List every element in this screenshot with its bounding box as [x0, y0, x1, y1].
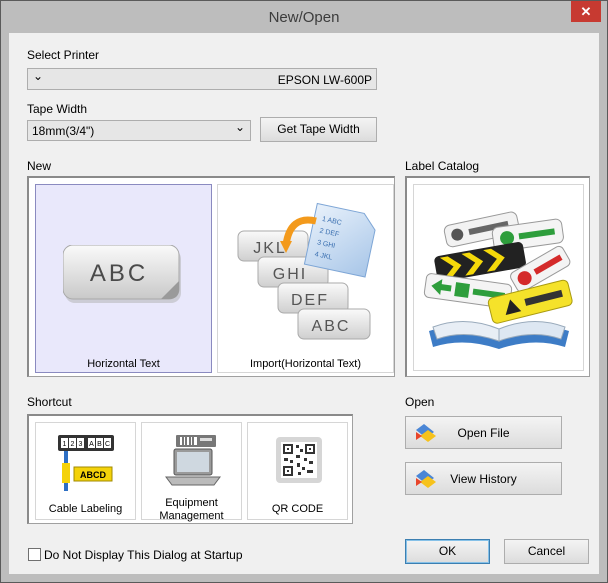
- close-icon: ✕: [580, 4, 592, 19]
- port-3: 3: [79, 441, 83, 448]
- equipment-management-caption-line2: Management: [159, 510, 224, 522]
- open-section-label: Open: [405, 395, 435, 409]
- equipment-management-caption-line1: Equipment: [165, 497, 218, 509]
- open-file-button[interactable]: Open File: [405, 416, 562, 449]
- cable-labeling-icon: 1 2 3 A B C ABCD: [58, 435, 114, 491]
- label-abc: ABC: [312, 318, 351, 335]
- view-history-button[interactable]: View History: [405, 462, 562, 495]
- window-title: New/Open: [268, 9, 340, 26]
- cable-labeling-tile[interactable]: 1 2 3 A B C ABCD Cable Labeling: [35, 422, 136, 520]
- label-catalog-label: Label Catalog: [405, 159, 480, 173]
- qr-code-icon: [276, 437, 322, 483]
- equipment-icon: [165, 435, 221, 486]
- equipment-management-tile[interactable]: Equipment Management: [141, 422, 242, 522]
- label-catalog-tile[interactable]: [413, 184, 584, 371]
- import-labels-icon: JKL GHI DEF ABC 1 ABC 2 DEF 3 GHI 4 JKL: [237, 202, 376, 340]
- new-open-dialog: New/Open ✕ Select Printer ⌄ EPSON LW-600…: [0, 0, 608, 583]
- cable-tag-text: ABCD: [80, 470, 106, 480]
- port-1: 1: [63, 441, 67, 448]
- chevron-down-icon: ⌄: [234, 120, 245, 134]
- port-b: B: [97, 441, 102, 448]
- chevron-down-icon: ⌄: [33, 69, 44, 83]
- tape-width-value: 18mm(3/4"): [32, 124, 95, 138]
- qr-code-tile[interactable]: QR CODE: [247, 422, 348, 520]
- dialog-body: Select Printer ⌄ EPSON LW-600P Tape Widt…: [9, 33, 599, 574]
- abc-text: ABC: [90, 260, 148, 287]
- new-panel: ABC Horizontal Text JKL GHI DEF ABC 1 AB…: [27, 176, 395, 377]
- shortcut-panel: 1 2 3 A B C ABCD Cable Labeling Equipmen…: [27, 414, 353, 524]
- do-not-display-label: Do Not Display This Dialog at Startup: [44, 548, 243, 562]
- view-history-label: View History: [450, 472, 517, 486]
- label-ghi: GHI: [273, 266, 307, 283]
- port-a: A: [89, 441, 94, 448]
- printer-select[interactable]: ⌄ EPSON LW-600P: [27, 68, 377, 90]
- title-bar: New/Open ✕: [1, 1, 607, 33]
- abc-label-icon: ABC: [63, 245, 181, 303]
- qr-code-caption: QR CODE: [271, 503, 324, 515]
- label-catalog-panel: [405, 176, 590, 377]
- port-2: 2: [71, 441, 75, 448]
- new-section-label: New: [27, 159, 52, 173]
- import-horizontal-text-tile[interactable]: JKL GHI DEF ABC 1 ABC 2 DEF 3 GHI 4 JKL: [217, 184, 394, 373]
- get-tape-width-button[interactable]: Get Tape Width: [260, 117, 377, 142]
- tape-width-label: Tape Width: [27, 102, 88, 116]
- ok-button[interactable]: OK: [405, 539, 490, 564]
- label-catalog-icon: [423, 211, 573, 349]
- printer-value: EPSON LW-600P: [277, 73, 372, 87]
- open-file-label: Open File: [457, 426, 510, 440]
- cable-labeling-caption: Cable Labeling: [48, 503, 123, 515]
- close-button[interactable]: ✕: [571, 1, 601, 22]
- shortcut-section-label: Shortcut: [27, 395, 72, 409]
- cancel-button[interactable]: Cancel: [504, 539, 589, 564]
- tape-width-select[interactable]: 18mm(3/4") ⌄: [27, 120, 251, 141]
- label-def: DEF: [291, 292, 329, 309]
- horizontal-text-caption: Horizontal Text: [87, 358, 160, 370]
- horizontal-text-tile[interactable]: ABC Horizontal Text: [35, 184, 212, 373]
- select-printer-label: Select Printer: [27, 48, 100, 62]
- import-horizontal-text-caption: Import(Horizontal Text): [249, 358, 362, 370]
- port-c: C: [105, 441, 110, 448]
- do-not-display-checkbox[interactable]: [28, 548, 41, 561]
